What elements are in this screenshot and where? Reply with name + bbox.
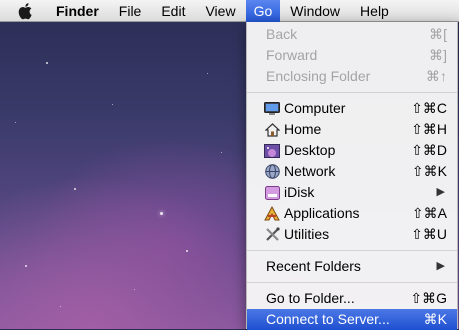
menu-separator [247,92,457,93]
menu-separator [247,250,457,251]
menubar-item-file[interactable]: File [109,0,152,22]
menu-item-forward[interactable]: Forward ⌘] [247,45,457,66]
desktop-icon [264,143,280,159]
shortcut-label: ⇧⌘K [411,163,447,179]
menu-item-label: Enclosing Folder [266,68,371,84]
shortcut-label: ⇧⌘G [410,290,447,306]
menu-item-label: Connect to Server... [266,311,390,327]
menu-item-network[interactable]: Network ⇧⌘K [247,161,457,182]
menu-item-label: Desktop [284,142,336,158]
submenu-arrow-icon: ▶ [436,260,445,272]
shortcut-label: ⇧⌘U [411,226,447,242]
menubar-item-view[interactable]: View [195,0,245,22]
menu-item-label: Go to Folder... [266,290,355,306]
menu-item-utilities[interactable]: Utilities ⇧⌘U [247,224,457,245]
menu-item-computer[interactable]: Computer ⇧⌘C [247,98,457,119]
menu-item-recent-folders[interactable]: Recent Folders ▶ [247,256,457,277]
shortcut-label: ⌘K [423,311,447,327]
menubar-item-help[interactable]: Help [350,0,399,22]
shortcut-label: ⇧⌘C [411,100,447,116]
menubar-app-finder[interactable]: Finder [52,0,109,22]
menubar-item-window[interactable]: Window [280,0,350,22]
menu-item-home[interactable]: Home ⇧⌘H [247,119,457,140]
menu-item-go-to-folder[interactable]: Go to Folder... ⇧⌘G [247,288,457,309]
menubar-item-edit[interactable]: Edit [151,0,195,22]
star [15,122,16,123]
menu-item-enclosing-folder[interactable]: Enclosing Folder ⌘↑ [247,66,457,87]
network-icon [264,164,280,180]
menu-item-label: Network [284,163,336,179]
menu-item-label: Back [266,26,298,42]
star [112,104,113,105]
menu-item-back[interactable]: Back ⌘[ [247,24,457,45]
shortcut-label: ⇧⌘A [411,205,447,221]
utilities-icon [264,227,280,243]
menu-separator [247,282,457,283]
menu-item-label: iDisk [284,184,315,200]
star [60,306,61,307]
star [221,152,222,153]
star [25,265,27,267]
star [46,62,48,64]
computer-icon [264,101,280,117]
menu-item-label: Forward [266,47,318,63]
menu-item-label: Recent Folders [266,258,361,274]
star [207,73,208,74]
shortcut-label: ⌘] [429,47,447,63]
shortcut-label: ⌘↑ [426,68,447,84]
menu-item-applications[interactable]: Applications ⇧⌘A [247,203,457,224]
menubar-item-go[interactable]: Go [245,0,281,22]
menu-bar: Finder File Edit View Go Window Help [0,0,459,22]
home-icon [264,122,280,138]
menu-item-label: Computer [284,100,346,116]
menu-item-connect-to-server[interactable]: Connect to Server... ⌘K [247,309,457,330]
shortcut-label: ⇧⌘D [411,142,447,158]
menu-item-label: Applications [284,205,360,221]
star [74,188,76,190]
menu-item-idisk[interactable]: iDisk ▶ [247,182,457,203]
menu-item-desktop[interactable]: Desktop ⇧⌘D [247,140,457,161]
go-menu-dropdown: Back ⌘[ Forward ⌘] Enclosing Folder ⌘↑ C… [246,22,458,330]
idisk-icon [264,185,280,201]
star [186,250,188,252]
shortcut-label: ⇧⌘H [411,121,447,137]
star [160,212,163,215]
shortcut-label: ⌘[ [429,26,447,42]
apple-logo-icon[interactable] [16,2,36,20]
menu-item-label: Home [284,121,322,137]
menu-item-label: Utilities [284,226,330,242]
submenu-arrow-icon: ▶ [436,186,445,198]
applications-icon [264,206,280,222]
star [134,289,135,290]
